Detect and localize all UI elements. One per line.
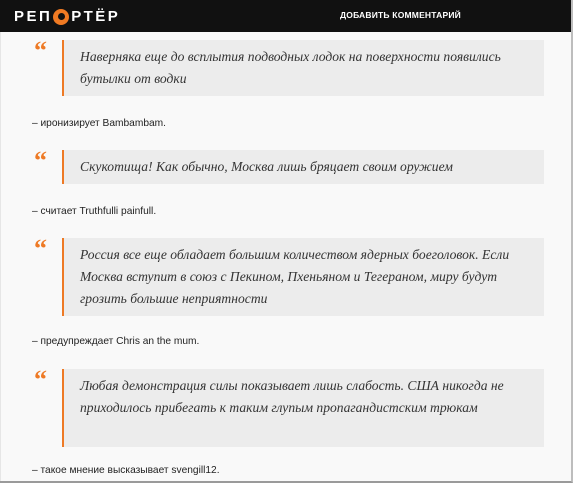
- quote-attribution: – предупреждает Chris an the mum.: [32, 336, 200, 347]
- comments-content: “ Наверняка еще до всплытия подводных ло…: [0, 32, 571, 481]
- add-comment-link[interactable]: ДОБАВИТЬ КОММЕНТАРИЙ: [340, 10, 461, 20]
- quote-mark-icon: “: [34, 234, 47, 263]
- page-frame: РЕП РТЁР ДОБАВИТЬ КОММЕНТАРИЙ “ Наверняк…: [0, 0, 573, 483]
- quote-text: Россия все еще обладает большим количест…: [62, 238, 544, 316]
- quote-mark-icon: “: [34, 36, 47, 65]
- quote-attribution: – такое мнение высказывает svengill12.: [32, 465, 220, 476]
- quote-attribution: – иронизирует Bambambam.: [32, 118, 166, 129]
- quote-text: Наверняка еще до всплытия подводных лодо…: [62, 40, 544, 96]
- quote-attribution: – считает Truthfulli painfull.: [32, 206, 157, 217]
- logo-text-right: РТЁР: [71, 8, 121, 25]
- quote-text: Скукотища! Как обычно, Москва лишь бряца…: [62, 150, 544, 184]
- site-header: РЕП РТЁР ДОБАВИТЬ КОММЕНТАРИЙ: [0, 0, 571, 32]
- logo-o-icon: [53, 8, 70, 25]
- quote-mark-icon: “: [34, 365, 47, 394]
- quote-text: Любая демонстрация силы показывает лишь …: [62, 369, 544, 447]
- site-logo[interactable]: РЕП РТЁР: [14, 8, 120, 25]
- logo-text-left: РЕП: [14, 8, 53, 25]
- quote-mark-icon: “: [34, 146, 47, 175]
